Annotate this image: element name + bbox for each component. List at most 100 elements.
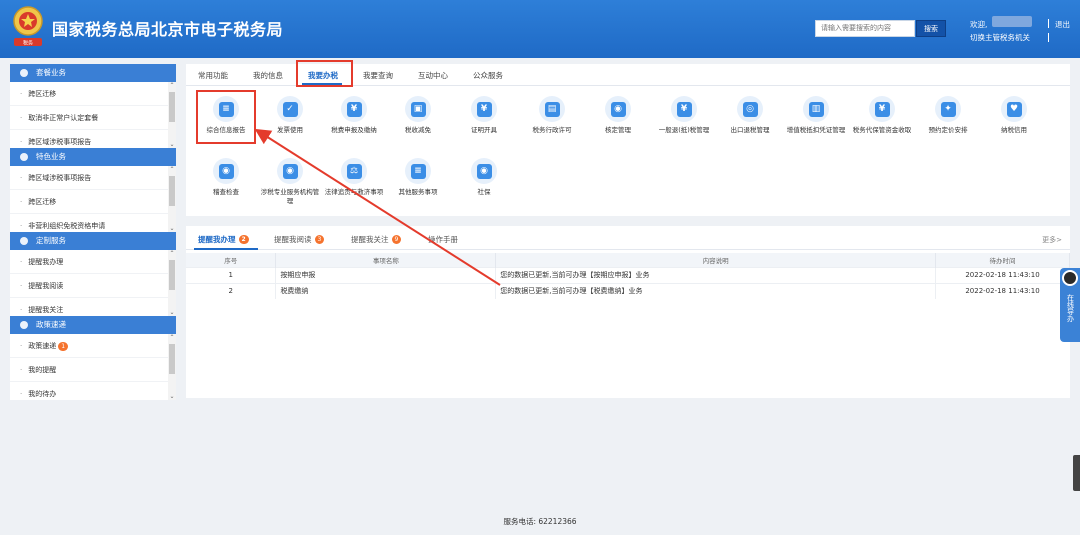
function-label: 增值税抵扣凭证管理 (786, 126, 846, 134)
chevron-down-icon[interactable]: ⌄ (168, 225, 176, 232)
sidebar-scrollbar[interactable]: ⌃ ⌄ (168, 250, 176, 316)
function-custody-fund[interactable]: ¥ 税务代保管资金收取 (850, 96, 914, 135)
function-label: 法律追责与救济事项 (324, 188, 384, 196)
sidebar-item[interactable]: 跨区域涉税事项报告 (10, 166, 176, 190)
sidebar-item[interactable]: 非营利组织免税资格申请 (10, 214, 176, 232)
icon-glyph: ◉ (476, 163, 492, 179)
function-credit[interactable]: ♥ 纳税信用 (982, 96, 1046, 135)
function-social-insurance[interactable]: ◉ 社保 (452, 158, 516, 197)
function-approval[interactable]: ◉ 核定管理 (586, 96, 650, 135)
export-refund-icon: ◎ (737, 96, 763, 122)
chevron-down-icon[interactable]: ⌄ (168, 309, 176, 316)
function-invoice[interactable]: ✓ 发票使用 (258, 96, 322, 135)
icon-glyph: ✦ (940, 101, 956, 117)
function-permit[interactable]: ▤ 税务行政许可 (520, 96, 584, 135)
sidebar: 套餐业务 跨区迁移 取消非正常户认定套餐 跨区域涉税事项报告 ⌃⌄ 特色业务 跨… (10, 64, 176, 400)
count-badge: 3 (314, 235, 325, 244)
item-time: 2022-02-18 11:43:10 (935, 282, 1070, 299)
function-pricing[interactable]: ✦ 预约定价安排 (916, 96, 980, 135)
chevron-up-icon[interactable]: ⌃ (168, 82, 176, 89)
scroll-thumb[interactable] (169, 92, 175, 122)
sidebar-group-featured: 特色业务 跨区域涉税事项报告 跨区迁移 非营利组织免税资格申请 ⌃⌄ (10, 148, 176, 232)
function-legal[interactable]: ⚖ 法律追责与救济事项 (322, 158, 386, 197)
icon-glyph: ⚖ (346, 163, 362, 179)
function-export-refund[interactable]: ◎ 出口退税管理 (718, 96, 782, 135)
function-vat-voucher[interactable]: ▥ 增值税抵扣凭证管理 (784, 96, 848, 135)
custody-fund-icon: ¥ (869, 96, 895, 122)
tab-public-service[interactable]: 公众服务 (473, 70, 503, 81)
vat-voucher-icon: ▥ (803, 96, 829, 122)
sidebar-item[interactable]: 跨区域涉税事项报告 (10, 130, 176, 148)
function-tax-reduce[interactable]: ▣ 税收减免 (386, 96, 450, 135)
chevron-down-icon[interactable]: ⌄ (168, 141, 176, 148)
sidebar-item[interactable]: 政策速递1 (10, 334, 176, 358)
function-inspection[interactable]: ◉ 稽查检查 (194, 158, 258, 197)
sidebar-item[interactable]: 跨区迁移 (10, 82, 176, 106)
tab-remind-read[interactable]: 提醒我阅读 3 (274, 234, 325, 245)
sidebar-scrollbar[interactable]: ⌃ ⌄ (168, 334, 176, 400)
scroll-thumb[interactable] (169, 176, 175, 206)
sidebar-item[interactable]: 提醒我阅读 (10, 274, 176, 298)
search-input[interactable] (815, 20, 915, 37)
function-certificate[interactable]: ¥ 证明开具 (452, 96, 516, 135)
top-header: 税务 国家税务总局北京市电子税务局 搜索 欢迎, 切换主管税务机关 退出 (0, 0, 1080, 58)
social-insurance-icon: ◉ (471, 158, 497, 184)
tab-common[interactable]: 常用功能 (198, 70, 228, 81)
scroll-thumb[interactable] (169, 344, 175, 374)
sidebar-item[interactable]: 我的待办 (10, 382, 176, 400)
permit-icon: ▤ (539, 96, 565, 122)
tab-remind-follow[interactable]: 提醒我关注 9 (351, 234, 402, 245)
scroll-thumb[interactable] (169, 260, 175, 290)
function-tax-declare[interactable]: ¥ 税费申报及缴纳 (322, 96, 386, 135)
chevron-up-icon[interactable]: ⌃ (168, 166, 176, 173)
sidebar-item[interactable]: 跨区迁移 (10, 190, 176, 214)
tab-remind-handle[interactable]: 提醒我办理 2 (198, 234, 249, 245)
sidebar-group-header[interactable]: 套餐业务 (10, 64, 176, 82)
divider (1048, 33, 1049, 42)
table-row[interactable]: 2 税费缴纳 您的数据已更新,当前可办理【税费缴纳】业务 2022-02-18 … (186, 282, 1070, 299)
row-number: 2 (186, 282, 277, 299)
tab-interaction[interactable]: 互动中心 (418, 70, 448, 81)
sidebar-item[interactable]: 提醒我关注 (10, 298, 176, 316)
item-name[interactable]: 按期应申报 (275, 266, 497, 283)
certificate-icon: ¥ (471, 96, 497, 122)
more-link[interactable]: 更多> (1042, 235, 1062, 245)
sidebar-item[interactable]: 提醒我办理 (10, 250, 176, 274)
chevron-up-icon[interactable]: ⌃ (168, 334, 176, 341)
table-row[interactable]: 1 按期应申报 您的数据已更新,当前可办理【按期应申报】业务 2022-02-1… (186, 266, 1070, 283)
tab-query[interactable]: 我要查询 (363, 70, 393, 81)
item-name[interactable]: 税费缴纳 (275, 282, 497, 299)
function-refund[interactable]: ¥ 一般退(抵)税管理 (652, 96, 716, 135)
logout-link[interactable]: 退出 (1055, 19, 1070, 30)
agency-icon: ◉ (277, 158, 303, 184)
chevron-up-icon[interactable]: ⌃ (168, 250, 176, 257)
function-other-service[interactable]: ≡ 其他服务事项 (386, 158, 450, 197)
side-handle[interactable] (1073, 455, 1080, 491)
online-guide-label: 在线导办 (1066, 294, 1075, 322)
column-header: 内容说明 (495, 253, 937, 267)
function-label: 发票使用 (277, 126, 303, 134)
sidebar-group-header[interactable]: 特色业务 (10, 148, 176, 166)
chevron-down-icon[interactable]: ⌄ (168, 393, 176, 400)
search-button[interactable]: 搜索 (916, 20, 946, 37)
function-agency[interactable]: ◉ 涉税专业服务机构管理 (258, 158, 322, 206)
sidebar-group-header[interactable]: 定制服务 (10, 232, 176, 250)
tab-manual[interactable]: 操作手册 (428, 234, 458, 245)
switch-tax-authority-link[interactable]: 切换主管税务机关 (970, 32, 1030, 43)
sidebar-scrollbar[interactable]: ⌃ ⌄ (168, 82, 176, 148)
sidebar-scrollbar[interactable]: ⌃ ⌄ (168, 166, 176, 232)
icon-glyph: ▥ (808, 101, 824, 117)
other-service-icon: ≡ (405, 158, 431, 184)
assistant-avatar-icon[interactable] (1062, 270, 1078, 286)
icon-glyph: ✓ (282, 101, 298, 117)
function-label: 社保 (477, 188, 491, 196)
item-description: 您的数据已更新,当前可办理【按期应申报】业务 (495, 266, 937, 283)
function-label: 一般退(抵)税管理 (658, 126, 710, 134)
function-panel: 常用功能 我的信息 我要办税 我要查询 互动中心 公众服务 ≡ 综合信息报告 ✓ 发票… (186, 60, 1070, 216)
function-label: 税务行政许可 (532, 126, 572, 134)
sidebar-item[interactable]: 取消非正常户认定套餐 (10, 106, 176, 130)
user-name-redacted (992, 16, 1032, 27)
tab-my-info[interactable]: 我的信息 (253, 70, 283, 81)
sidebar-item[interactable]: 我的提醒 (10, 358, 176, 382)
sidebar-group-header[interactable]: 政策速递 (10, 316, 176, 334)
